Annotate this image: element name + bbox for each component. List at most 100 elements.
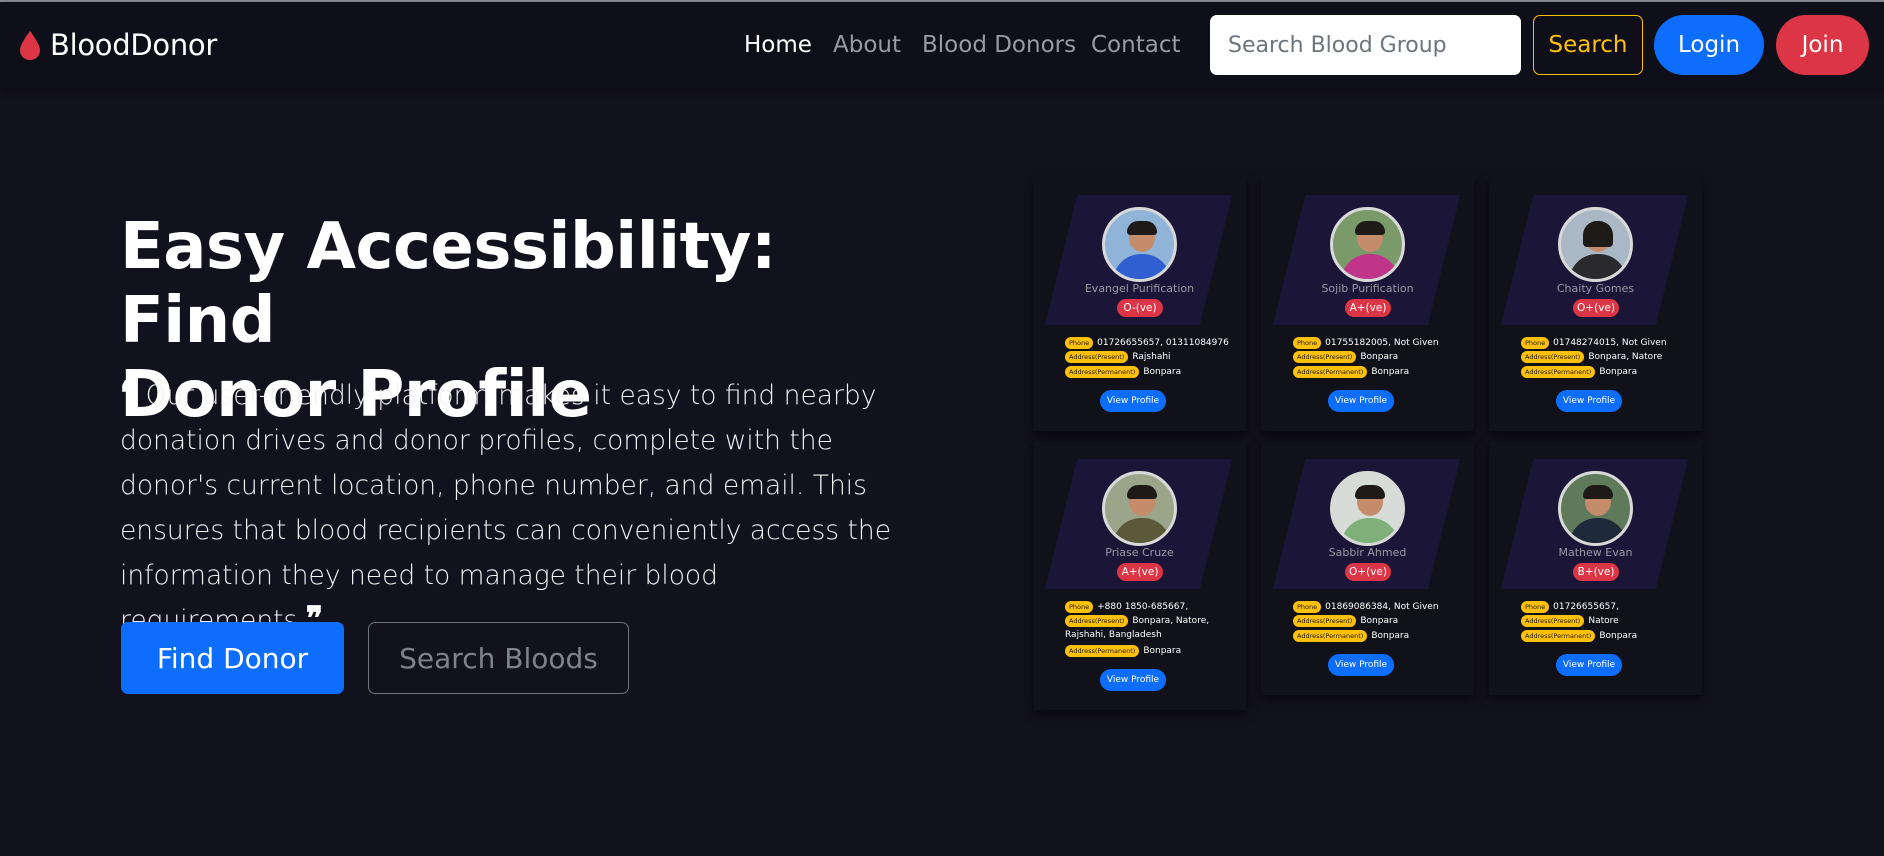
present-address-value: Bonpara, Natore,	[1132, 616, 1210, 626]
donor-name: Chaity Gomes	[1556, 282, 1635, 295]
donor-name: Sojib Purification	[1321, 282, 1414, 295]
blood-group-badge: B+(ve)	[1573, 563, 1619, 581]
present-address-tag: Address(Present)	[1521, 615, 1585, 627]
view-profile-button[interactable]: View Profile	[1100, 669, 1166, 691]
donor-card: Sojib Purification A+(ve) Phone 017551820…	[1261, 177, 1474, 431]
permanent-address-tag: Address(Permanent)	[1521, 366, 1596, 378]
view-profile-button[interactable]: View Profile	[1328, 390, 1394, 412]
permanent-address-row: Address(Permanent) Bonpara	[1065, 366, 1181, 378]
search-bloods-button[interactable]: Search Bloods	[368, 622, 629, 694]
blood-drop-icon	[20, 30, 40, 60]
permanent-address-row: Address(Permanent) Bonpara	[1293, 366, 1409, 378]
nav-link-blood-donors[interactable]: Blood Donors	[922, 32, 1076, 58]
brand-name: BloodDonor	[50, 28, 217, 62]
phone-tag: Phone	[1065, 601, 1094, 613]
phone-value: 01748274015, Not Given	[1553, 338, 1667, 348]
present-address-row: Address(Present) Rajshahi	[1065, 351, 1171, 363]
permanent-address-row: Address(Permanent) Bonpara	[1293, 630, 1409, 642]
permanent-address-value: Bonpara	[1599, 367, 1638, 377]
permanent-address-tag: Address(Permanent)	[1065, 366, 1140, 378]
donor-card: Mathew Evan B+(ve) Phone 01726655657, Add…	[1489, 441, 1702, 695]
blood-group-badge: O+(ve)	[1345, 563, 1391, 581]
permanent-address-tag: Address(Permanent)	[1293, 630, 1368, 642]
phone-tag: Phone	[1521, 601, 1550, 613]
phone-row: Phone 01748274015, Not Given	[1521, 337, 1667, 349]
donor-name: Mathew Evan	[1558, 546, 1633, 559]
phone-row: Phone 01726655657,	[1521, 601, 1619, 613]
permanent-address-tag: Address(Permanent)	[1521, 630, 1596, 642]
donor-avatar	[1102, 471, 1177, 546]
phone-row: Phone +880 1850-685667,	[1065, 601, 1188, 613]
permanent-address-row: Address(Permanent) Bonpara	[1065, 645, 1181, 657]
hero-title-line1: Easy Accessibility: Find	[120, 210, 776, 358]
permanent-address-value: Bonpara	[1371, 367, 1410, 377]
view-profile-button[interactable]: View Profile	[1328, 654, 1394, 676]
find-donor-button[interactable]: Find Donor	[121, 622, 344, 694]
phone-tag: Phone	[1293, 601, 1322, 613]
donor-card: Priase Cruze A+(ve) Phone +880 1850-68566…	[1033, 441, 1246, 710]
hero-description: ❝ Our user-friendly platform makes it ea…	[120, 373, 920, 643]
view-profile-button[interactable]: View Profile	[1556, 390, 1622, 412]
phone-row: Phone 01869086384, Not Given	[1293, 601, 1439, 613]
donor-card: Evangel Purification O-(ve) Phone 0172665…	[1033, 177, 1246, 431]
donor-name: Sabbir Ahmed	[1328, 546, 1407, 559]
donor-avatar	[1558, 471, 1633, 546]
nav-link-contact[interactable]: Contact	[1091, 32, 1180, 58]
present-address-value: Rajshahi, Bangladesh	[1065, 630, 1162, 640]
blood-group-badge: A+(ve)	[1117, 563, 1163, 581]
phone-tag: Phone	[1521, 337, 1550, 349]
search-button[interactable]: Search	[1533, 15, 1643, 75]
present-address-value: Rajshahi	[1132, 352, 1171, 362]
permanent-address-value: Bonpara	[1371, 631, 1410, 641]
present-address-row: Address(Present) Bonpara, Natore	[1521, 351, 1662, 363]
blood-group-badge: A+(ve)	[1345, 299, 1391, 317]
phone-row: Phone 01755182005, Not Given	[1293, 337, 1439, 349]
present-address-row: Address(Present) Bonpara	[1293, 351, 1398, 363]
permanent-address-row: Address(Permanent) Bonpara	[1521, 366, 1637, 378]
donor-avatar	[1330, 207, 1405, 282]
permanent-address-value: Bonpara	[1599, 631, 1638, 641]
search-blood-group-input[interactable]	[1210, 15, 1521, 75]
donor-name: Priase Cruze	[1105, 546, 1174, 559]
permanent-address-value: Bonpara	[1143, 367, 1182, 377]
phone-tag: Phone	[1293, 337, 1322, 349]
present-address-tag: Address(Present)	[1065, 615, 1129, 627]
present-address-row-continued: Rajshahi, Bangladesh	[1065, 630, 1162, 640]
phone-tag: Phone	[1065, 337, 1094, 349]
phone-value: 01726655657,	[1553, 602, 1619, 612]
join-button[interactable]: Join	[1776, 15, 1869, 75]
permanent-address-value: Bonpara	[1143, 646, 1182, 656]
present-address-row: Address(Present) Bonpara, Natore,	[1065, 615, 1209, 627]
nav-link-about[interactable]: About	[833, 32, 901, 58]
phone-row: Phone 01726655657, 01311084976	[1065, 337, 1229, 349]
present-address-value: Bonpara, Natore	[1588, 352, 1663, 362]
present-address-value: Natore	[1588, 616, 1619, 626]
present-address-row: Address(Present) Natore	[1521, 615, 1619, 627]
login-button[interactable]: Login	[1654, 15, 1764, 75]
donor-avatar	[1558, 207, 1633, 282]
donor-name: Evangel Purification	[1084, 282, 1195, 295]
donor-card: Sabbir Ahmed O+(ve) Phone 01869086384, No…	[1261, 441, 1474, 695]
navbar: BloodDonor Home About Blood Donors Conta…	[0, 2, 1884, 88]
permanent-address-tag: Address(Permanent)	[1065, 645, 1140, 657]
phone-value: 01869086384, Not Given	[1325, 602, 1439, 612]
blood-group-badge: O-(ve)	[1117, 299, 1163, 317]
donor-avatar	[1330, 471, 1405, 546]
open-quote-icon: ❝	[120, 374, 138, 412]
permanent-address-row: Address(Permanent) Bonpara	[1521, 630, 1637, 642]
nav-link-home[interactable]: Home	[744, 32, 812, 58]
blood-group-badge: O+(ve)	[1573, 299, 1619, 317]
hero-description-text: Our user-friendly platform makes it easy…	[120, 380, 892, 636]
donor-card: Chaity Gomes O+(ve) Phone 01748274015, No…	[1489, 177, 1702, 431]
present-address-value: Bonpara	[1360, 352, 1399, 362]
present-address-value: Bonpara	[1360, 616, 1399, 626]
permanent-address-tag: Address(Permanent)	[1293, 366, 1368, 378]
view-profile-button[interactable]: View Profile	[1556, 654, 1622, 676]
view-profile-button[interactable]: View Profile	[1100, 390, 1166, 412]
present-address-row: Address(Present) Bonpara	[1293, 615, 1398, 627]
present-address-tag: Address(Present)	[1521, 351, 1585, 363]
brand-logo[interactable]: BloodDonor	[18, 28, 217, 62]
present-address-tag: Address(Present)	[1293, 351, 1357, 363]
present-address-tag: Address(Present)	[1293, 615, 1357, 627]
phone-value: +880 1850-685667,	[1097, 602, 1189, 612]
